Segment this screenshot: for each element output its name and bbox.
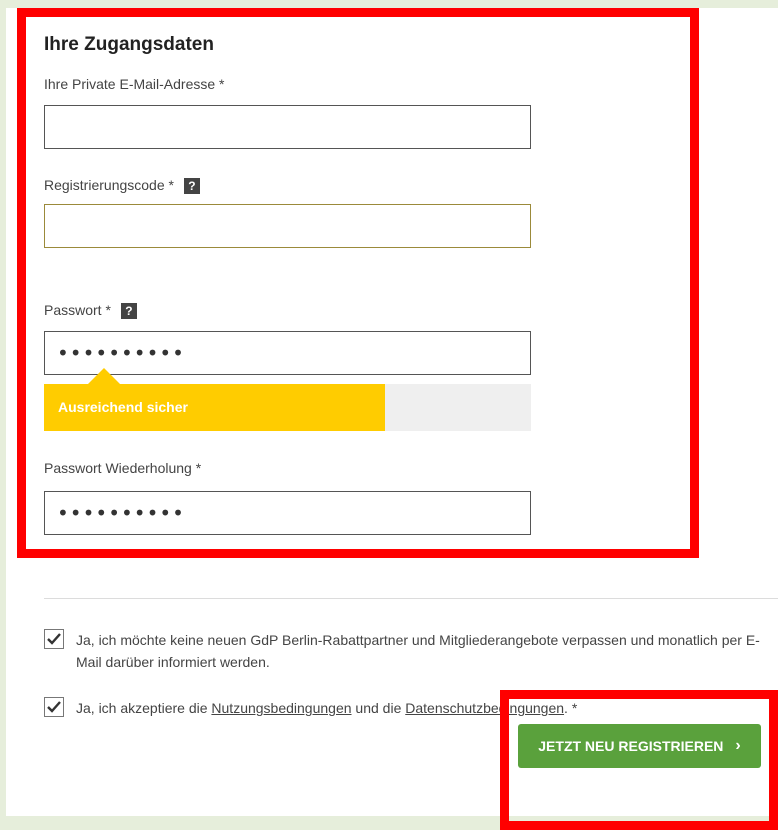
email-field[interactable] <box>44 105 531 149</box>
newsletter-consent-text: Ja, ich möchte keine neuen GdP Berlin-Ra… <box>76 632 760 670</box>
terms-prefix: Ja, ich akzeptiere die <box>76 700 212 716</box>
terms-middle: und die <box>351 700 406 716</box>
code-label-row: Registrierungscode *? <box>44 177 200 195</box>
password-strength-meter: Ausreichend sicher <box>44 384 531 431</box>
code-help-icon[interactable]: ? <box>183 178 200 195</box>
divider <box>44 598 778 599</box>
email-label: Ihre Private E-Mail-Adresse * <box>44 76 225 92</box>
newsletter-checkbox[interactable] <box>44 629 64 649</box>
terms-of-use-link[interactable]: Nutzungsbedingungen <box>211 700 351 716</box>
checkmark-icon <box>47 701 61 713</box>
password-label-row: Passwort *? <box>44 302 137 320</box>
highlight-box-submit <box>500 690 778 830</box>
password-label: Passwort * <box>44 302 111 318</box>
newsletter-consent-row: Ja, ich möchte keine neuen GdP Berlin-Ra… <box>44 629 766 673</box>
registration-code-field[interactable] <box>44 204 531 248</box>
password-repeat-field[interactable] <box>44 491 531 535</box>
checkmark-icon <box>47 633 61 645</box>
strength-caret <box>88 368 120 384</box>
section-title: Ihre Zugangsdaten <box>44 34 214 55</box>
password-repeat-label: Passwort Wiederholung * <box>44 460 202 476</box>
password-strength-text: Ausreichend sicher <box>58 399 188 415</box>
password-help-icon[interactable]: ? <box>120 303 137 320</box>
terms-checkbox[interactable] <box>44 697 64 717</box>
code-label: Registrierungscode * <box>44 177 174 193</box>
